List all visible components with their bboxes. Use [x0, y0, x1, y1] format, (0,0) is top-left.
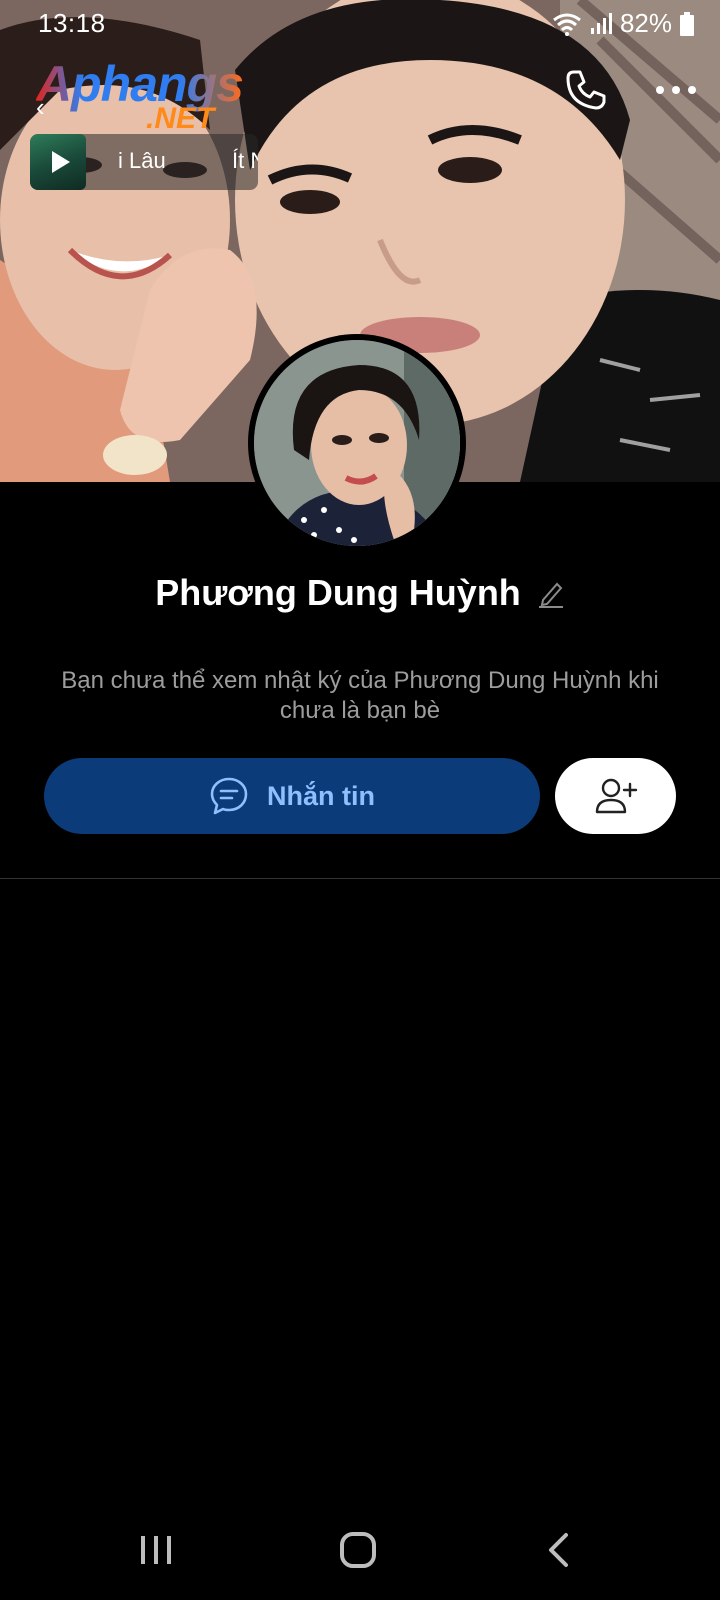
message-button-label: Nhắn tin	[267, 780, 375, 811]
home-icon[interactable]	[338, 1530, 378, 1570]
avatar[interactable]	[248, 334, 466, 552]
call-button[interactable]	[562, 66, 610, 114]
recents-icon[interactable]	[138, 1534, 174, 1566]
status-time: 13:18	[38, 8, 106, 38]
add-friend-icon	[595, 778, 637, 814]
back-arrow-icon[interactable]: ‹	[36, 92, 45, 123]
nav-back-icon[interactable]	[546, 1532, 570, 1568]
battery-percent: 82%	[619, 8, 672, 38]
status-icons: 82%	[552, 8, 694, 39]
logo-subtext: .NET	[146, 102, 215, 135]
aphangs-logo: Aphangs .NET	[36, 56, 256, 138]
phone-icon	[566, 70, 606, 110]
system-nav-bar	[0, 1520, 720, 1600]
play-icon[interactable]	[46, 148, 74, 176]
divider	[0, 878, 720, 879]
avatar-image	[254, 340, 460, 546]
pencil-icon[interactable]	[537, 578, 565, 608]
chat-bubble-icon	[210, 777, 248, 815]
music-title-marquee: Ít Nh	[232, 148, 258, 173]
more-options-button[interactable]	[650, 70, 702, 110]
profile-name: Phương Dung Huỳnh	[155, 572, 521, 613]
signal-icon	[590, 12, 612, 34]
wifi-icon	[553, 13, 581, 36]
profile-screen: 13:18 82% Aphangs .NET ‹ i Lâu Ít Phương…	[0, 0, 720, 1600]
message-button[interactable]: Nhắn tin	[44, 758, 540, 834]
music-title: i Lâu	[118, 148, 166, 173]
add-friend-button[interactable]	[555, 758, 676, 834]
profile-music-chip[interactable]: i Lâu Ít Nh	[30, 134, 258, 190]
status-bar: 13:18 82%	[0, 0, 720, 46]
battery-icon	[680, 11, 694, 36]
privacy-notice: Bạn chưa thể xem nhật ký của Phương Dung…	[61, 667, 659, 724]
more-dots-icon	[656, 86, 696, 94]
avatar-photo	[254, 340, 460, 546]
profile-name-row: Phương Dung Huỳnh	[0, 572, 720, 614]
